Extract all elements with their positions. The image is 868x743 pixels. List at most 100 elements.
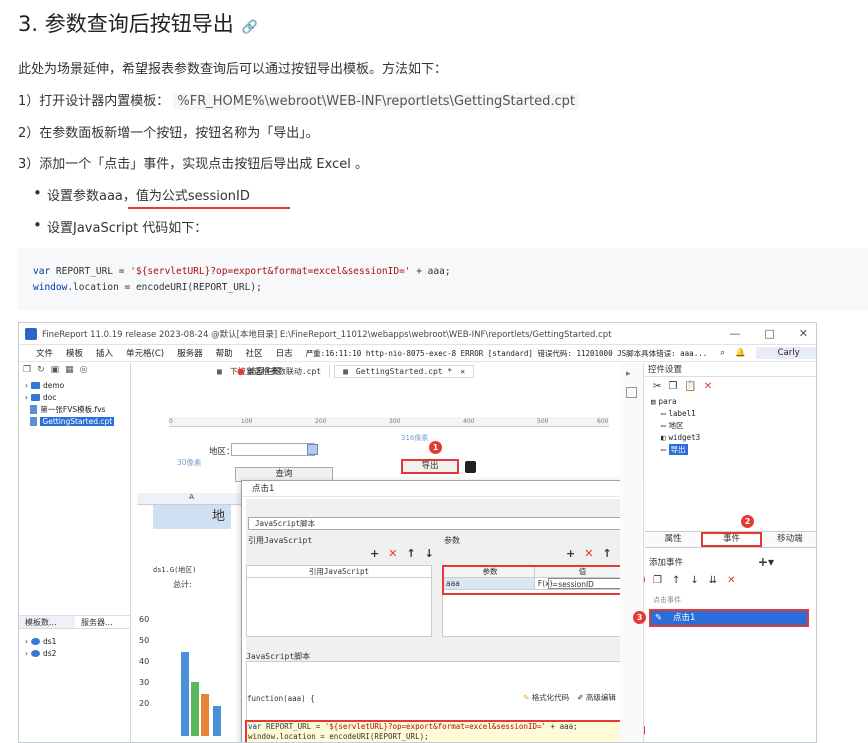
search-icon[interactable]: ⌕ xyxy=(720,348,725,358)
tab-mobile[interactable]: 移动端 xyxy=(762,532,816,547)
widget-export[interactable]: ▭ 导出 xyxy=(645,443,816,455)
advanced-edit-button[interactable]: ✐ 高级编辑 xyxy=(577,692,616,703)
menu-server[interactable]: 服务器 xyxy=(177,347,203,359)
user-badge[interactable]: Carly xyxy=(755,347,816,359)
folder-icon xyxy=(31,393,40,401)
delete-event-icon[interactable]: ✕ xyxy=(727,575,735,586)
chart-bar xyxy=(191,682,199,736)
grid-icon: ▦ xyxy=(217,366,222,376)
ruler: 0 100 200 300 400 500 600 xyxy=(169,417,609,427)
tab-gettingstarted[interactable]: ▦ GettingStarted.cpt * ✕ xyxy=(334,364,475,378)
delete-icon[interactable]: ✕ xyxy=(704,381,712,392)
file-icon xyxy=(30,416,38,426)
up-event-icon[interactable]: ↑ xyxy=(672,575,680,586)
save-icon[interactable]: ▣ xyxy=(51,365,60,377)
edit-icon: ✐ xyxy=(577,693,584,702)
file-icon xyxy=(30,404,38,414)
grid-icon: ▦ xyxy=(343,366,348,376)
region-combobox[interactable] xyxy=(231,443,315,456)
red-underline xyxy=(128,207,290,209)
dataset-ds1[interactable]: › ds1 xyxy=(19,635,56,647)
brush-icon: ✎ xyxy=(523,693,530,702)
window-titlebar: FineReport 11.0.19 release 2023-08-24 @默… xyxy=(19,323,816,345)
page-title: 3. 参数查询后按钮导出 🔗 xyxy=(18,12,258,36)
lock-icon[interactable] xyxy=(465,461,476,473)
tree-file-gettingstarted[interactable]: GettingStarted.cpt xyxy=(19,415,130,427)
close-icon[interactable]: ✕ xyxy=(799,327,808,340)
step-3: 3）添加一个「点击」事件，实现点击按钮后导出成 Excel 。 xyxy=(18,157,368,172)
cut-icon[interactable]: ✂ xyxy=(653,381,661,392)
right-toolstrip: ▸ xyxy=(620,363,644,742)
add-event-button[interactable]: +▾ xyxy=(758,555,774,569)
js-code-highlight: var REPORT_URL = '${servletURL}?op=expor… xyxy=(245,720,629,742)
template-tree-pane: ❐ ↻ ▣ ▦ ◎ › demo › doc 第一张FVS模板.fvs Gett… xyxy=(19,363,131,742)
tab-datasets[interactable]: 模板数... xyxy=(19,616,75,628)
theme-button[interactable]: ● 兼容主题 xyxy=(237,365,281,377)
menu-log[interactable]: 日志 xyxy=(276,347,293,359)
button-widget-icon: ▭ xyxy=(661,444,666,454)
tree-file-fvs[interactable]: 第一张FVS模板.fvs xyxy=(19,403,130,415)
bell-icon[interactable]: 🔔 xyxy=(735,348,746,358)
menu-cell[interactable]: 单元格(C) xyxy=(126,347,164,359)
dropdown-icon[interactable] xyxy=(307,444,318,455)
tab-properties[interactable]: 属性 xyxy=(645,532,701,547)
add-icon[interactable]: + xyxy=(370,547,379,560)
down-icon[interactable]: ↓ xyxy=(425,547,434,560)
widget-widget3[interactable]: ◧ widget3 xyxy=(645,431,816,443)
app-screenshot: FineReport 11.0.19 release 2023-08-24 @默… xyxy=(18,322,817,743)
locate-icon[interactable]: ◎ xyxy=(80,365,88,377)
sort-icon[interactable]: ⇊ xyxy=(709,575,717,586)
widget-label1[interactable]: ▭ label1 xyxy=(645,407,816,419)
chart-bar xyxy=(213,706,221,736)
marker-1: 1 xyxy=(429,441,442,454)
tab-events[interactable]: 事件 xyxy=(701,532,762,547)
event-click1[interactable]: ✎ 点击1 xyxy=(649,609,809,627)
up-param-icon[interactable]: ↑ xyxy=(602,547,611,560)
menu-template[interactable]: 模板 xyxy=(66,347,83,359)
menu-community[interactable]: 社区 xyxy=(246,347,263,359)
app-logo-icon xyxy=(25,327,37,340)
up-icon[interactable]: ↑ xyxy=(406,547,415,560)
dataset-ds2[interactable]: › ds2 xyxy=(19,647,56,659)
export-button[interactable]: 导出 xyxy=(401,459,459,474)
close-tab-icon[interactable]: ✕ xyxy=(460,367,465,376)
menu-help[interactable]: 帮助 xyxy=(216,347,233,359)
params-highlight xyxy=(442,565,628,595)
paste-icon[interactable]: 📋 xyxy=(684,381,696,392)
ref-js-list[interactable]: 引用JavaScript xyxy=(246,565,432,637)
copy-icon[interactable]: ❐ xyxy=(23,365,31,377)
js-script-editor[interactable]: function(aaa) { ✎ 格式化代码 ✐ 高级编辑 var REPOR… xyxy=(245,661,646,742)
label-icon: ▭ xyxy=(661,408,666,418)
menu-insert[interactable]: 插入 xyxy=(96,347,113,359)
down-event-icon[interactable]: ↓ xyxy=(690,575,698,586)
add-param-icon[interactable]: + xyxy=(566,547,575,560)
widget-para[interactable]: ▤ para xyxy=(645,395,816,407)
database-icon xyxy=(31,649,40,657)
refresh-icon[interactable]: ↻ xyxy=(37,365,45,377)
spreadsheet: A 地 ds1.G(地区) 总计: 60 50 40 30 20 xyxy=(137,493,247,742)
click-event-dialog: 点击1 JavaScript脚本 引用JavaScript 参数 + ✕ ↑ ↓ + ✕… xyxy=(241,480,646,742)
tab-server[interactable]: 服务器... xyxy=(75,616,131,628)
panel-icon[interactable] xyxy=(626,387,637,398)
button-widget-icon: ◧ xyxy=(661,432,666,442)
grid-icon[interactable]: ▦ xyxy=(65,365,74,377)
copy-icon[interactable]: ❐ xyxy=(668,381,677,392)
delete-icon[interactable]: ✕ xyxy=(388,547,397,560)
step-2: 2）在参数面板新增一个按钮，按钮名称为「导出」。 xyxy=(18,126,319,141)
minimize-icon[interactable]: — xyxy=(729,327,740,340)
delete-param-icon[interactable]: ✕ xyxy=(584,547,593,560)
template-path: %FR_HOME%\webroot\WEB-INF\reportlets\Get… xyxy=(173,93,579,110)
combo-icon: ▭ xyxy=(661,420,666,430)
tree-folder-demo[interactable]: › demo xyxy=(19,379,130,391)
tree-folder-doc[interactable]: › doc xyxy=(19,391,130,403)
folder-icon xyxy=(31,381,40,389)
menu-file[interactable]: 文件 xyxy=(36,347,53,359)
format-code-button[interactable]: ✎ 格式化代码 xyxy=(523,692,569,703)
copy-event-icon[interactable]: ❐ xyxy=(653,575,662,586)
maximize-icon[interactable]: □ xyxy=(764,327,774,340)
widget-region[interactable]: ▭ 地区 xyxy=(645,419,816,431)
expand-icon[interactable]: ▸ xyxy=(626,369,637,379)
link-icon[interactable]: 🔗 xyxy=(242,20,258,35)
log-status: 严重:16:11:10 http-nio-8075-exec-8 ERROR [… xyxy=(305,348,708,358)
event-type-select[interactable]: JavaScript脚本 xyxy=(248,517,628,530)
